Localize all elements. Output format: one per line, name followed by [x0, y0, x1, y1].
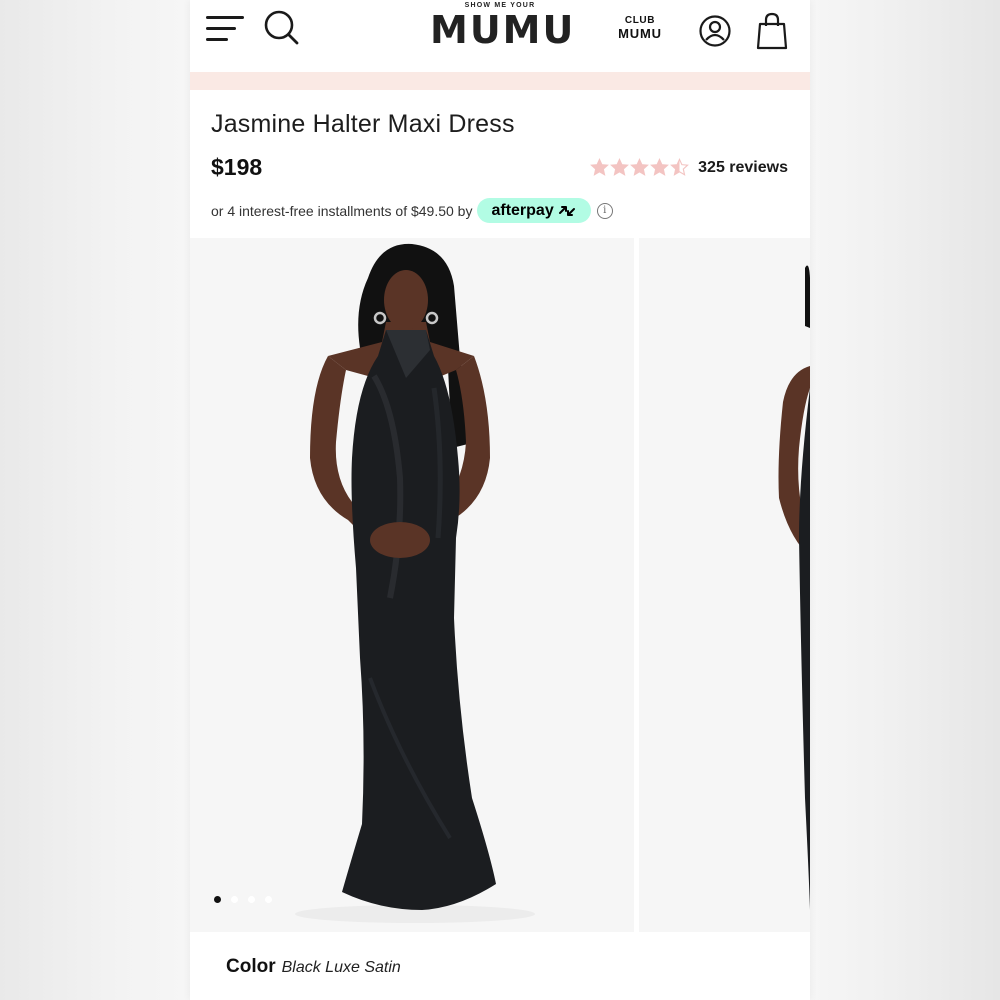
- color-selector: Color Black Luxe Satin: [226, 956, 401, 978]
- gallery-dot[interactable]: [265, 896, 272, 903]
- afterpay-badge[interactable]: afterpay: [477, 198, 591, 223]
- product-rating[interactable]: 325 reviews: [590, 158, 788, 177]
- club-mumu-link[interactable]: CLUB MUMU: [610, 15, 670, 41]
- menu-icon[interactable]: [206, 14, 246, 44]
- star-icon: [650, 158, 670, 176]
- product-image-gallery[interactable]: [190, 238, 810, 932]
- afterpay-text: or 4 interest-free installments of $49.5…: [211, 202, 473, 219]
- star-rating: [590, 158, 690, 177]
- color-label: Color: [226, 956, 276, 977]
- model-photo: [190, 238, 634, 932]
- gallery-dot[interactable]: [248, 896, 255, 903]
- info-icon[interactable]: i: [596, 202, 613, 219]
- reviews-link[interactable]: 325 reviews: [698, 159, 788, 177]
- star-icon: [630, 158, 650, 176]
- brand-logo[interactable]: SHOW ME YOUR MUMU: [430, 2, 576, 52]
- club-brand: MUMU: [618, 25, 662, 41]
- gallery-pagination: [214, 896, 282, 903]
- account-icon[interactable]: [698, 14, 732, 48]
- afterpay-arrows-icon: [558, 205, 575, 216]
- product-image-main[interactable]: [190, 238, 634, 932]
- promo-banner-strip[interactable]: [190, 72, 810, 90]
- club-label: CLUB: [624, 15, 656, 26]
- afterpay-installments: or 4 interest-free installments of $49.5…: [211, 198, 613, 223]
- app-frame: SHOW ME YOUR MUMU CLUB MUMU Jasmine Halt…: [190, 0, 810, 1000]
- shopping-bag-icon[interactable]: [756, 12, 788, 50]
- brand-name: MUMU: [430, 8, 576, 52]
- star-icon: [670, 158, 690, 176]
- color-value: Black Luxe Satin: [281, 959, 401, 976]
- star-icon: [610, 158, 630, 176]
- product-price: $198: [211, 154, 263, 180]
- model-photo-partial: [639, 238, 810, 932]
- product-image-next[interactable]: [639, 238, 810, 932]
- gallery-dot[interactable]: [214, 896, 221, 903]
- star-icon: [590, 158, 610, 176]
- search-icon[interactable]: [262, 8, 302, 48]
- product-title: Jasmine Halter Maxi Dress: [211, 110, 515, 138]
- afterpay-brand: afterpay: [491, 201, 554, 219]
- gallery-dot[interactable]: [231, 896, 238, 903]
- site-header: SHOW ME YOUR MUMU CLUB MUMU: [190, 0, 810, 72]
